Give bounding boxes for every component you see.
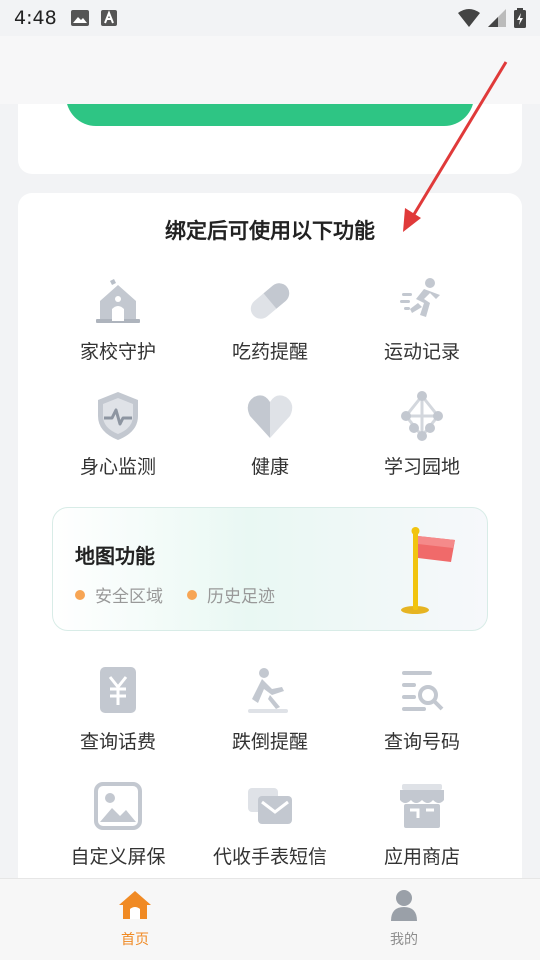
content-scroll[interactable]: 绑定后可使用以下功能 家校守护 吃药提醒 运动记录 身心监测 健康 学习园地 地… [0, 104, 540, 878]
feature-label: 应用商店 [383, 846, 460, 868]
school-icon [96, 279, 140, 323]
tab-mine[interactable]: 我的 [354, 889, 454, 949]
bind-button[interactable] [66, 104, 474, 126]
map-tag-label: 安全区域 [95, 587, 163, 607]
search-list-icon [402, 671, 444, 711]
map-title: 地图功能 [75, 544, 155, 568]
bill-icon [100, 667, 136, 713]
tab-home[interactable]: 首页 [85, 889, 185, 949]
feature-fall-alert[interactable]: 跌倒提醒 [195, 663, 345, 754]
features-card: 绑定后可使用以下功能 家校守护 吃药提醒 运动记录 身心监测 健康 学习园地 地… [18, 193, 522, 878]
feature-label: 代收手表短信 [212, 846, 327, 868]
feature-medicine[interactable]: 吃药提醒 [195, 273, 345, 364]
map-tag-safe-zone: 安全区域 [75, 582, 163, 607]
feature-custom-screensaver[interactable]: 自定义屏保 [43, 778, 193, 869]
feature-label: 学习园地 [383, 456, 460, 478]
feature-label: 家校守护 [79, 341, 156, 363]
user-icon [391, 890, 417, 921]
network-icon [401, 391, 443, 441]
map-feature-card[interactable]: 地图功能 安全区域 历史足迹 [52, 507, 488, 631]
bottom-tab-bar: 首页 我的 [0, 878, 540, 960]
home-icon [119, 891, 151, 919]
app-notification-icon [100, 10, 117, 26]
feature-label: 跌倒提醒 [231, 731, 308, 753]
feature-home-school[interactable]: 家校守护 [43, 273, 193, 364]
feature-mind-body[interactable]: 身心监测 [43, 388, 193, 479]
feature-label: 运动记录 [383, 341, 460, 363]
feature-exercise[interactable]: 运动记录 [347, 273, 497, 364]
map-tag-label: 历史足迹 [207, 587, 275, 607]
status-bar: 4:48 [0, 0, 540, 36]
feature-watch-sms[interactable]: 代收手表短信 [195, 778, 345, 869]
dot-icon [187, 589, 197, 600]
heart-icon [247, 395, 293, 438]
feature-label: 查询话费 [79, 731, 156, 753]
feature-label: 吃药提醒 [231, 341, 308, 363]
feature-label: 查询号码 [383, 731, 460, 753]
feature-label: 身心监测 [79, 456, 156, 478]
feature-learning[interactable]: 学习园地 [347, 388, 497, 479]
feature-label: 自定义屏保 [70, 846, 166, 868]
store-icon [400, 784, 444, 828]
status-time: 4:48 [14, 7, 57, 29]
tab-home-label: 首页 [121, 932, 149, 948]
gallery-notification-icon [70, 10, 89, 26]
feature-health[interactable]: 健康 [195, 388, 345, 479]
map-tag-history: 历史足迹 [187, 582, 275, 607]
feature-query-number[interactable]: 查询号码 [347, 663, 497, 754]
feature-query-bill[interactable]: 查询话费 [43, 663, 193, 754]
features-title: 绑定后可使用以下功能 [165, 219, 375, 243]
tab-mine-label: 我的 [390, 932, 418, 948]
signal-icon [488, 9, 506, 27]
feature-label: 健康 [250, 456, 289, 478]
fall-icon [248, 668, 288, 713]
flag-icon [401, 527, 455, 614]
shield-heartbeat-icon [98, 392, 138, 440]
dot-icon [75, 589, 85, 600]
header-bar [0, 36, 540, 104]
battery-icon [514, 8, 526, 28]
feature-app-store[interactable]: 应用商店 [347, 778, 497, 869]
image-icon [94, 782, 142, 830]
message-icon [248, 788, 292, 824]
bind-card [18, 104, 522, 174]
running-icon [400, 278, 440, 317]
pill-icon [250, 283, 290, 319]
wifi-icon [458, 9, 480, 27]
